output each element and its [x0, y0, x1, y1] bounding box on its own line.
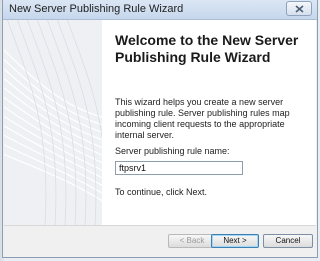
wizard-heading: Welcome to the New Server Publishing Rul…	[115, 32, 299, 65]
back-button[interactable]: < Back	[168, 234, 216, 248]
cancel-button[interactable]: Cancel	[263, 234, 313, 248]
wizard-description: This wizard helps you create a new serve…	[115, 97, 290, 140]
close-icon	[295, 5, 304, 13]
title-bar[interactable]: New Server Publishing Rule Wizard	[3, 0, 317, 20]
next-button[interactable]: Next >	[211, 234, 259, 248]
wizard-content: Welcome to the New Server Publishing Rul…	[4, 20, 316, 225]
wizard-window: New Server Publishing Rule Wizard Welcom…	[2, 0, 318, 258]
wizard-swirl-graphic	[4, 20, 102, 225]
rule-name-input[interactable]	[115, 161, 243, 175]
rule-name-label: Server publishing rule name:	[115, 146, 230, 156]
close-button[interactable]	[286, 1, 312, 16]
continue-instruction: To continue, click Next.	[115, 187, 208, 197]
button-separator	[4, 225, 316, 226]
window-title: New Server Publishing Rule Wizard	[9, 3, 184, 15]
